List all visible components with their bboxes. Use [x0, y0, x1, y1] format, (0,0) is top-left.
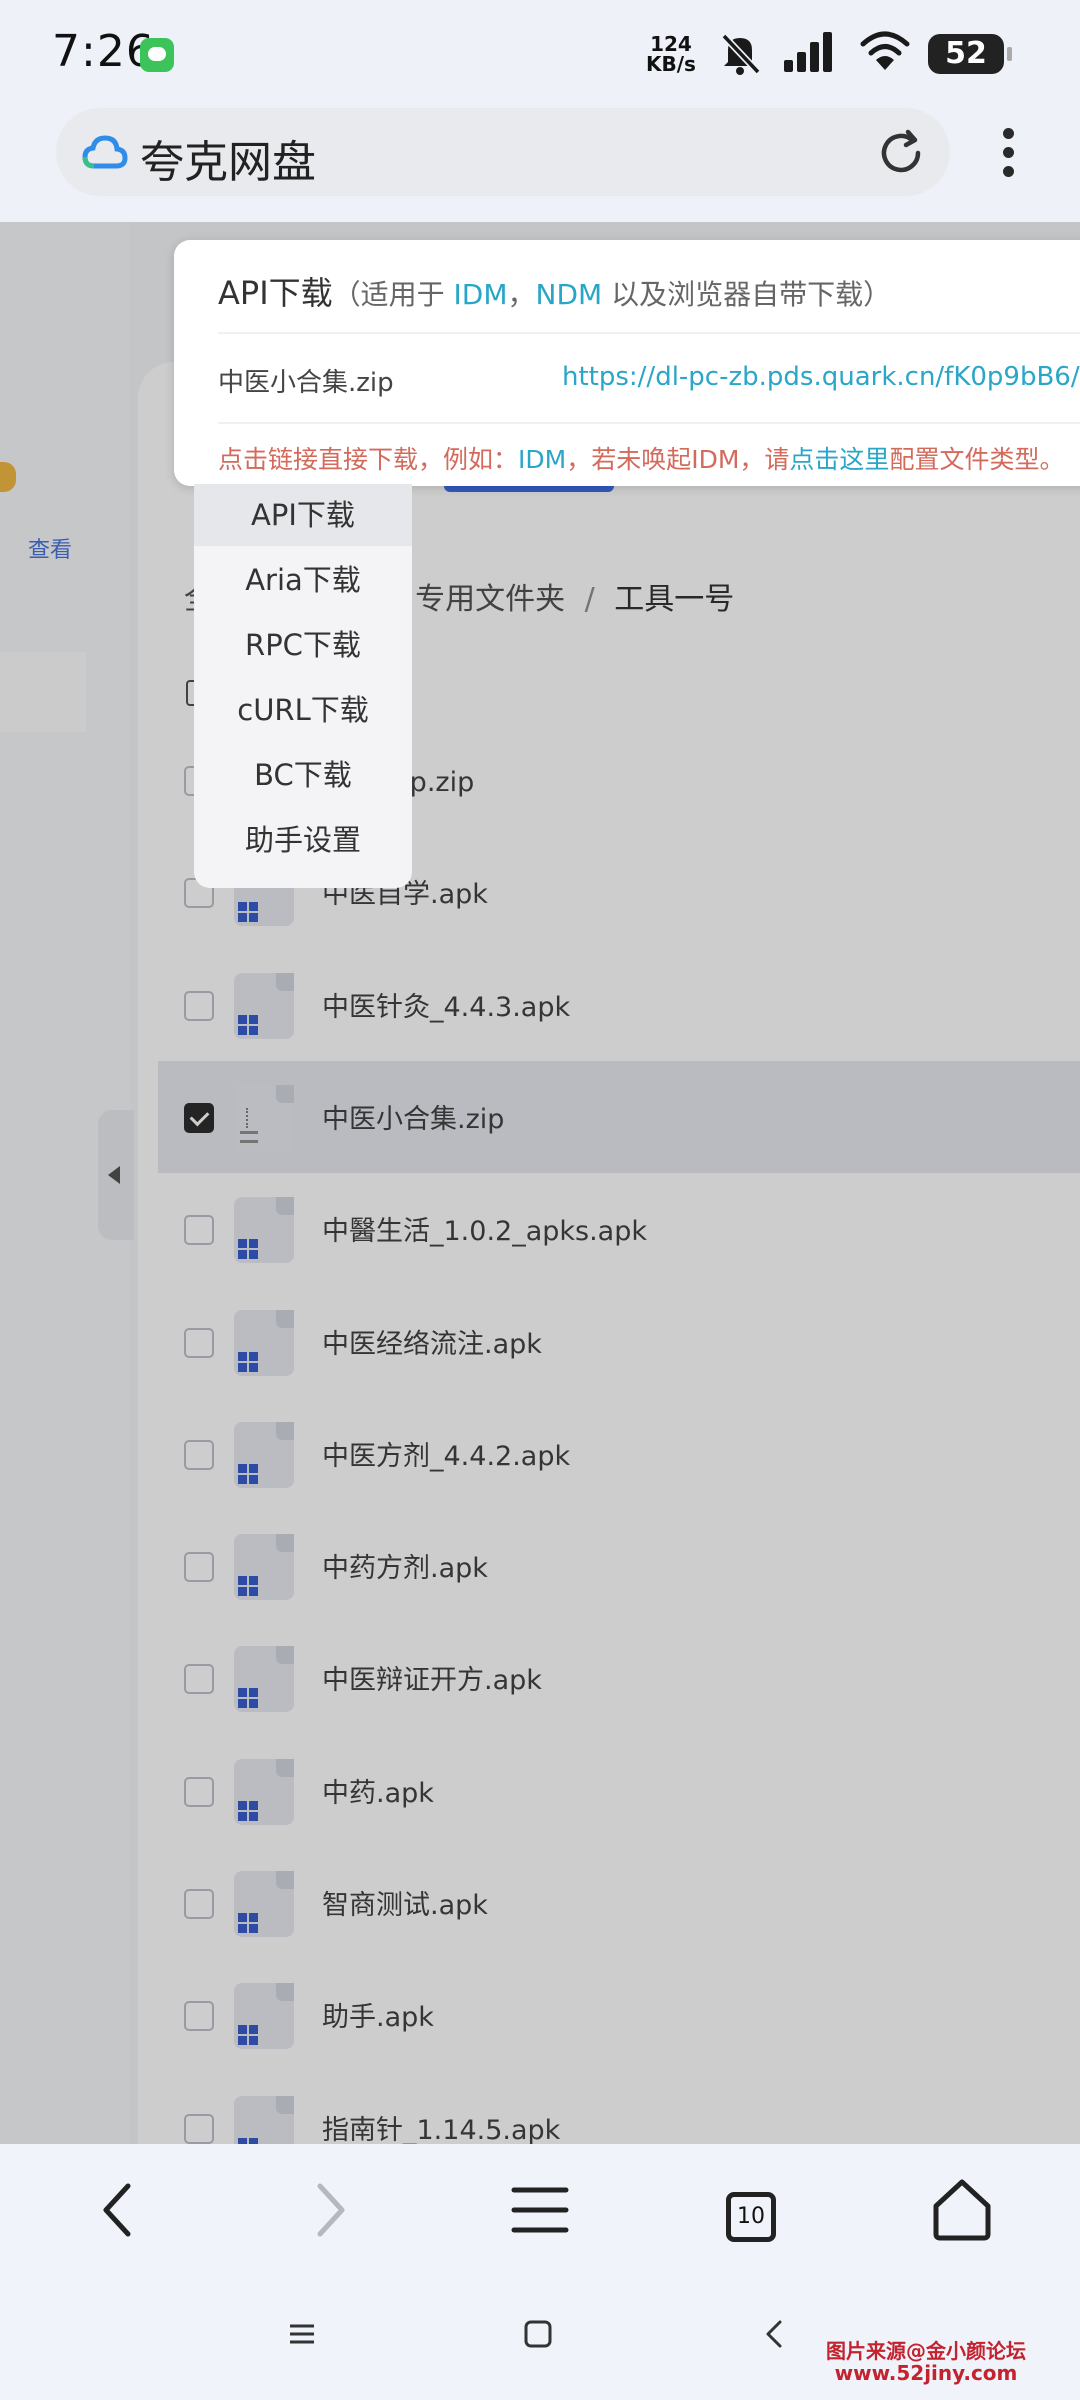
tabs-count: 10	[726, 2192, 776, 2242]
api-note: 点击链接直接下载，例如：IDM，若未唤起IDM，请点击这里配置文件类型。	[218, 440, 1064, 476]
site-title: 夸克网盘	[140, 137, 316, 188]
idm-label: IDM	[453, 278, 508, 311]
api-note-prefix: 点击链接直接下载，例如：	[218, 445, 519, 474]
battery-indicator: 52	[928, 34, 1012, 74]
watermark: 图片来源@金小颜论坛 www.52jiny.com	[826, 2340, 1026, 2384]
more-dot-icon	[1002, 147, 1014, 158]
api-note-middle: ，若未唤起IDM，请	[566, 445, 790, 474]
watermark-line-1: 图片来源@金小颜论坛	[826, 2339, 1026, 2363]
menu-item-curl-download[interactable]: cURL下载	[194, 679, 412, 741]
api-download-popup: API下载（适用于 IDM，NDM 以及浏览器自带下载） 中医小合集.zip h…	[174, 240, 1080, 486]
more-dot-icon	[1002, 166, 1014, 177]
api-note-idm: IDM	[518, 445, 567, 474]
api-subtitle-suffix: 以及浏览器自带下载）	[602, 278, 892, 311]
more-menu-button[interactable]	[990, 124, 1026, 184]
menu-item-api-download[interactable]: API下载	[194, 484, 412, 546]
back-icon[interactable]	[80, 2170, 160, 2250]
quark-cloud-logo-icon	[82, 135, 128, 169]
home-icon[interactable]	[922, 2170, 1002, 2250]
ndm-label: NDM	[535, 278, 603, 311]
menu-item-helper-settings[interactable]: 助手设置	[194, 809, 412, 871]
wifi-icon	[860, 31, 910, 70]
system-back-icon[interactable]	[758, 2318, 790, 2350]
api-note-suffix: 配置文件类型。	[889, 445, 1065, 474]
divider	[218, 422, 1080, 424]
tabs-button[interactable]: 10	[704, 2170, 784, 2250]
download-helper-menu: API下载 Aria下载 RPC下载 cURL下载 BC下载 助手设置	[194, 484, 412, 888]
more-dot-icon	[1002, 128, 1014, 139]
forward-icon[interactable]	[288, 2170, 368, 2250]
api-title-text: API下载	[218, 274, 333, 312]
menu-item-rpc-download[interactable]: RPC下载	[194, 614, 412, 676]
menu-icon[interactable]	[500, 2170, 580, 2250]
divider	[218, 332, 1080, 334]
reload-icon[interactable]	[874, 126, 928, 180]
api-subtitle: （适用于 IDM，NDM 以及浏览器自带下载）	[333, 278, 891, 311]
api-subtitle-comma: ，	[507, 278, 536, 311]
address-bar[interactable]: 夸克网盘	[56, 108, 950, 196]
browser-bottom-bar: 10	[0, 2144, 1080, 2272]
recent-apps-icon[interactable]	[286, 2318, 318, 2350]
network-speed-unit: KB/s	[646, 52, 696, 76]
network-speed-value: 124	[650, 32, 692, 56]
menu-item-aria-download[interactable]: Aria下载	[194, 549, 412, 611]
mute-bell-icon	[721, 33, 761, 75]
watermark-line-2: www.52jiny.com	[834, 2361, 1018, 2385]
api-file-name: 中医小合集.zip	[218, 368, 394, 398]
cellular-signal-icon	[784, 32, 832, 72]
menu-item-bc-download[interactable]: BC下载	[194, 744, 412, 806]
overlay-dim[interactable]	[0, 222, 1080, 2144]
home-square-icon[interactable]	[522, 2318, 554, 2350]
api-subtitle-prefix: （适用于	[332, 278, 454, 311]
api-popup-title: API下载（适用于 IDM，NDM 以及浏览器自带下载）	[218, 268, 891, 314]
message-notification-icon	[140, 38, 174, 72]
network-speed: 124 KB/s	[646, 34, 696, 74]
api-download-link[interactable]: https://dl-pc-zb.pds.quark.cn/fK0p9bB6/1…	[562, 362, 1080, 392]
configure-file-type-link[interactable]: 点击这里	[789, 445, 889, 474]
status-bar: 7:26 124 KB/s 52	[0, 0, 1080, 108]
